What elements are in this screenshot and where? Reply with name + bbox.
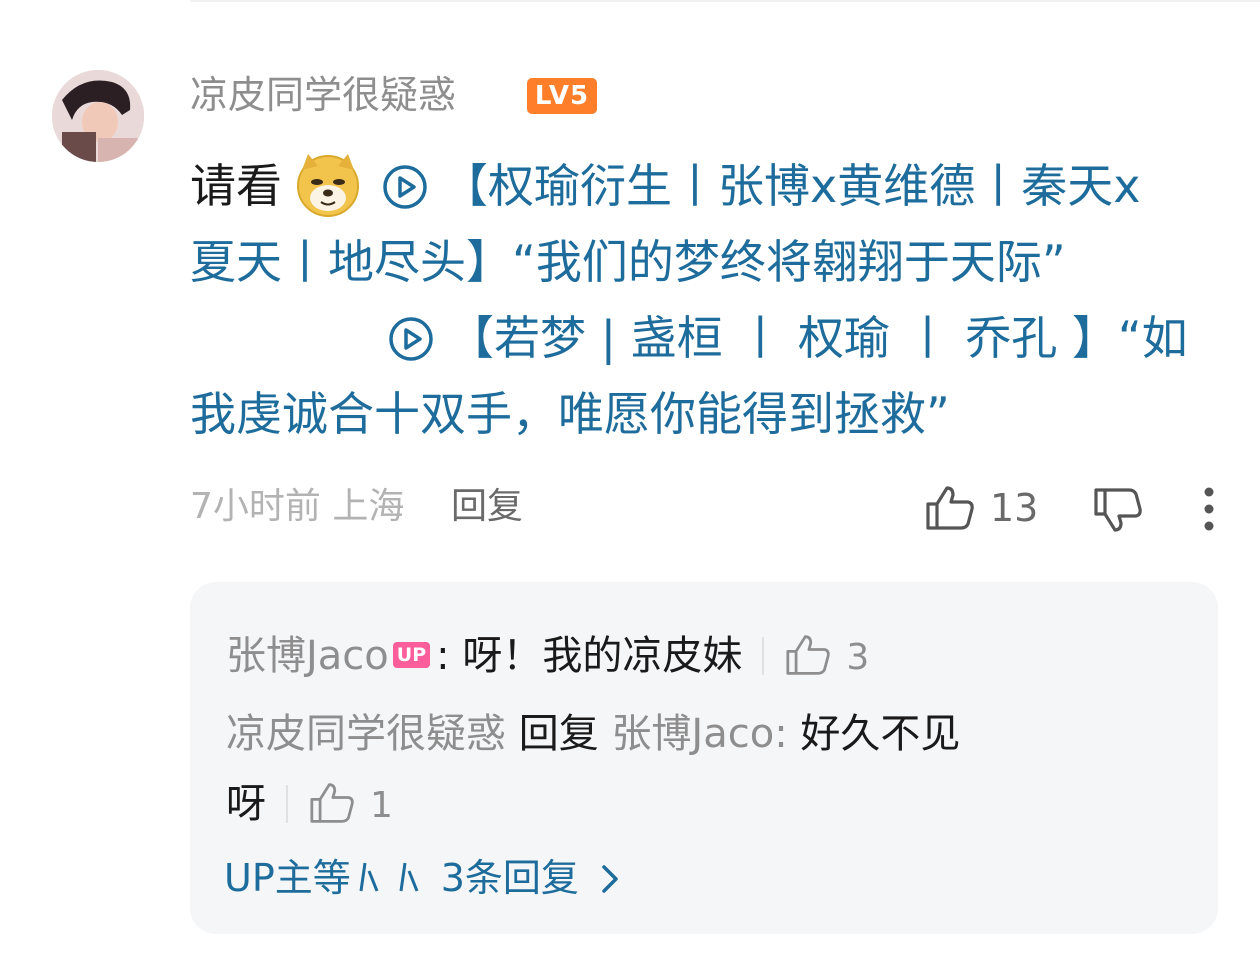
reply-author[interactable]: 张博Jaco bbox=[226, 633, 389, 679]
reply-word: 回复 bbox=[518, 711, 599, 757]
video-play-icon bbox=[383, 165, 427, 209]
reply-text-continued: 呀 bbox=[226, 781, 266, 827]
reply-button[interactable]: 回复 bbox=[451, 482, 523, 532]
reply-like-count: 3 bbox=[846, 637, 870, 678]
thumbs-up-icon[interactable] bbox=[784, 633, 832, 677]
video-link-2[interactable]: 【若梦 | 盏桓 丨 权瑜 丨 乔孔 】“如我虔诚合十双手，唯愿你能得到拯救” bbox=[190, 311, 1188, 441]
thumbs-up-icon[interactable] bbox=[924, 484, 976, 532]
level-badge: LV5 bbox=[527, 78, 597, 114]
comment-content: 请看 【权瑜衍生丨张博x黄维德丨秦天x 夏天丨地尽头】“我们的梦终将翱翔于天际” … bbox=[190, 148, 1230, 452]
reply-item-continuation: 呀 1 bbox=[226, 776, 393, 834]
top-divider bbox=[190, 0, 1260, 2]
comment-username[interactable]: 凉皮同学很疑惑 bbox=[190, 70, 456, 120]
reply-text: 呀！我的凉皮妹 bbox=[462, 633, 743, 679]
doge-emoji-icon bbox=[297, 154, 359, 217]
reply-item[interactable]: 张博Jaco UP: 呀！我的凉皮妹 3 bbox=[226, 628, 869, 686]
video-play-icon bbox=[389, 317, 433, 361]
chevron-right-icon bbox=[602, 865, 618, 893]
like-count: 13 bbox=[990, 486, 1039, 530]
video-link-2-line2[interactable]: 我虔诚合十双手，唯愿你能得到拯救” bbox=[190, 387, 950, 441]
divider bbox=[762, 637, 765, 675]
thumbs-up-icon[interactable] bbox=[308, 781, 356, 825]
video-link-1-line2[interactable]: 夏天丨地尽头】“我们的梦终将翱翔于天际” bbox=[190, 235, 1066, 289]
reply-like-count: 1 bbox=[370, 785, 393, 826]
video-link-1-line1[interactable]: 【权瑜衍生丨张博x黄维德丨秦天x bbox=[442, 159, 1140, 213]
reply-target[interactable]: 张博Jaco: bbox=[611, 711, 787, 757]
reply-separator: : bbox=[436, 633, 450, 679]
reply-text: 好久不见 bbox=[800, 711, 961, 757]
view-more-replies-link[interactable]: UP主等 3条回复 bbox=[224, 852, 621, 904]
reply-item[interactable]: 凉皮同学很疑惑 回复 张博Jaco: 好久不见 bbox=[226, 706, 960, 762]
thumbs-down-icon[interactable] bbox=[1092, 486, 1144, 534]
mini-avatars-icon bbox=[359, 862, 419, 892]
up-badge: UP bbox=[392, 642, 431, 668]
avatar-image bbox=[52, 70, 144, 162]
avatar[interactable] bbox=[52, 70, 144, 162]
reply-author[interactable]: 凉皮同学很疑惑 bbox=[226, 711, 506, 757]
divider bbox=[286, 785, 288, 823]
comment-text-prefix: 请看 bbox=[190, 159, 282, 213]
comment-time-location: 7小时前 上海 bbox=[190, 486, 405, 527]
more-replies-count[interactable]: 3条回复 bbox=[441, 856, 579, 900]
more-replies-prefix[interactable]: UP主等 bbox=[224, 856, 351, 900]
video-link-2-line1[interactable]: 【若梦 | 盏桓 丨 权瑜 丨 乔孔 】“如 bbox=[448, 311, 1188, 365]
more-options-icon[interactable] bbox=[1198, 486, 1220, 532]
